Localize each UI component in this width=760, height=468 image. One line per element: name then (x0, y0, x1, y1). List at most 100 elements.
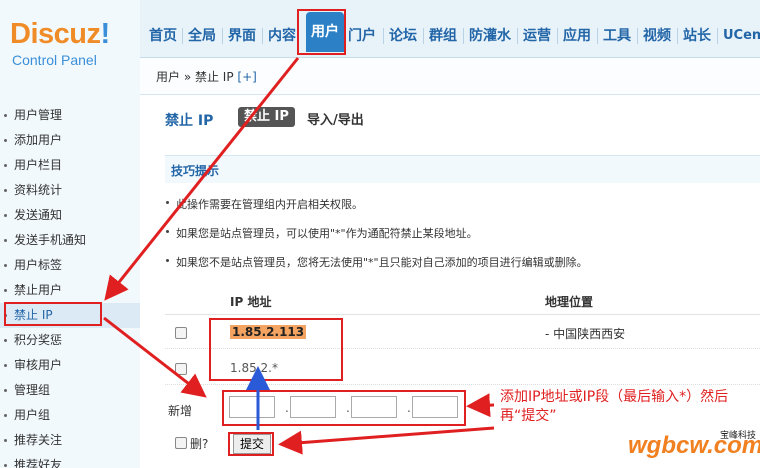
annotation-box-ip-list (209, 318, 343, 381)
sidebar-item-recommend-follow[interactable]: 推荐关注 (0, 428, 140, 453)
bullet-icon (4, 389, 7, 392)
tab-forum[interactable]: 论坛 (389, 24, 417, 48)
bullet-icon (166, 259, 169, 262)
sidebar-item-label: 管理组 (14, 383, 51, 397)
sidebar-item-label: 发送手机通知 (14, 233, 87, 247)
sidebar-item-label: 发送通知 (14, 208, 63, 222)
nav-divider (463, 28, 464, 44)
add-shortcut-link[interactable]: [+] (237, 70, 256, 84)
sidebar-item-credits[interactable]: 积分奖惩 (0, 328, 140, 353)
nav-divider (222, 28, 223, 44)
bullet-icon (4, 239, 7, 242)
tab-video[interactable]: 视频 (643, 24, 671, 48)
nav-divider (182, 28, 183, 44)
tab-tools[interactable]: 工具 (603, 24, 631, 48)
sidebar-item-review-users[interactable]: 审核用户 (0, 353, 140, 378)
sidebar-item-label: 禁止用户 (14, 283, 63, 297)
nav-divider (717, 28, 718, 44)
tips-header: 技巧提示 (165, 155, 760, 183)
tab-webmaster[interactable]: 站长 (683, 24, 711, 48)
sidebar-item-ban-user[interactable]: 禁止用户 (0, 278, 140, 303)
bullet-icon (4, 164, 7, 167)
page-title: 禁止 IP (165, 113, 214, 129)
row-checkbox[interactable] (175, 327, 187, 339)
delete-checkbox[interactable] (175, 437, 187, 449)
bullet-icon (4, 114, 7, 117)
sidebar-item-label: 积分奖惩 (14, 333, 63, 347)
bullet-icon (4, 464, 7, 467)
tab-import-export[interactable]: 导入/导出 (307, 109, 364, 128)
tip-text: 如果您不是站点管理员，您将无法使用"*"且只能对自己添加的项目进行编辑或删除。 (176, 256, 588, 269)
tab-antispam[interactable]: 防灌水 (469, 24, 511, 48)
sidebar-item-label: 用户栏目 (14, 158, 63, 172)
ip-location: - 中国陕西西安 (545, 327, 626, 341)
breadcrumb: 用户 » 禁止 IP [+] (140, 58, 760, 95)
bullet-icon (4, 414, 7, 417)
tips-title: 技巧提示 (171, 164, 220, 178)
bullet-icon (4, 139, 7, 142)
sidebar-item-label: 推荐关注 (14, 433, 63, 447)
sidebar-item-user-tags[interactable]: 用户标签 (0, 253, 140, 278)
sidebar-item-label: 用户组 (14, 408, 51, 422)
sidebar: 用户管理 添加用户 用户栏目 资料统计 发送通知 发送手机通知 用户标签 禁止用… (0, 95, 140, 468)
tab-portal[interactable]: 门户 (348, 24, 376, 48)
nav-divider (557, 28, 558, 44)
watermark: wgbcw.com 宝峰科技 (628, 431, 760, 460)
logo-bang: ! (100, 18, 110, 50)
bullet-icon (4, 289, 7, 292)
top-navigation: 首页 全局 界面 内容 用户 门户 论坛 群组 防灌水 运营 应用 工具 视频 … (140, 0, 760, 58)
annotation-box-ban-ip (4, 302, 102, 326)
annotation-note: 添加IP地址或IP段（最后输入*）然后再“提交” (500, 389, 729, 424)
sidebar-item-send-sms[interactable]: 发送手机通知 (0, 228, 140, 253)
bullet-icon (4, 364, 7, 367)
tab-home[interactable]: 首页 (149, 24, 177, 48)
tip-text: 如果您是站点管理员，可以使用"*"作为通配符禁止某段地址。 (176, 227, 478, 240)
nav-divider (423, 28, 424, 44)
annotation-box-user-tab (297, 9, 346, 55)
tab-apps[interactable]: 应用 (563, 24, 591, 48)
tab-group[interactable]: 群组 (429, 24, 457, 48)
column-header-ip: IP 地址 (230, 295, 272, 309)
nav-divider (637, 28, 638, 44)
bullet-icon (4, 214, 7, 217)
watermark-name: 宝峰科技 (720, 431, 757, 441)
sidebar-item-admin-groups[interactable]: 管理组 (0, 378, 140, 403)
nav-divider (597, 28, 598, 44)
nav-divider (517, 28, 518, 44)
sidebar-item-user-columns[interactable]: 用户栏目 (0, 153, 140, 178)
tab-ban-ip[interactable]: 禁止 IP (238, 107, 295, 127)
table-header: IP 地址 地理位置 (165, 285, 760, 315)
tab-global[interactable]: 全局 (188, 24, 216, 48)
logo-wordmark: Discuz! (10, 18, 110, 51)
row-checkbox[interactable] (175, 363, 187, 375)
tab-operations[interactable]: 运营 (523, 24, 551, 48)
logo-subtitle: Control Panel (12, 52, 97, 68)
nav-divider (677, 28, 678, 44)
tab-content[interactable]: 内容 (268, 24, 296, 48)
tip-text: 此操作需要在管理组内开启相关权限。 (176, 198, 363, 211)
logo-brand: Discuz (10, 18, 101, 50)
tab-ucenter[interactable]: UCent (723, 24, 760, 48)
sidebar-item-add-user[interactable]: 添加用户 (0, 128, 140, 153)
sidebar-item-label: 用户管理 (14, 108, 63, 122)
bullet-icon (4, 189, 7, 192)
sidebar-item-user-management[interactable]: 用户管理 (0, 103, 140, 128)
sidebar-item-profile-stats[interactable]: 资料统计 (0, 178, 140, 203)
breadcrumb-text: 用户 » 禁止 IP [+] (156, 68, 257, 85)
nav-divider (383, 28, 384, 44)
sidebar-item-label: 资料统计 (14, 183, 63, 197)
tip-item: 如果您是站点管理员，可以使用"*"作为通配符禁止某段地址。 (166, 225, 478, 241)
bullet-icon (166, 201, 169, 204)
sidebar-item-send-notice[interactable]: 发送通知 (0, 203, 140, 228)
sidebar-item-label: 添加用户 (14, 133, 63, 147)
column-header-location: 地理位置 (545, 295, 594, 309)
tip-item: 如果您不是站点管理员，您将无法使用"*"且只能对自己添加的项目进行编辑或删除。 (166, 254, 588, 270)
bullet-icon (4, 439, 7, 442)
sidebar-item-user-groups[interactable]: 用户组 (0, 403, 140, 428)
discuz-logo[interactable]: Discuz! Control Panel (0, 0, 140, 95)
tip-item: 此操作需要在管理组内开启相关权限。 (166, 196, 363, 212)
delete-label: 删? (190, 437, 209, 451)
sidebar-item-recommend-friends[interactable]: 推荐好友 (0, 453, 140, 468)
annotation-box-submit (228, 432, 274, 456)
tab-interface[interactable]: 界面 (228, 24, 256, 48)
